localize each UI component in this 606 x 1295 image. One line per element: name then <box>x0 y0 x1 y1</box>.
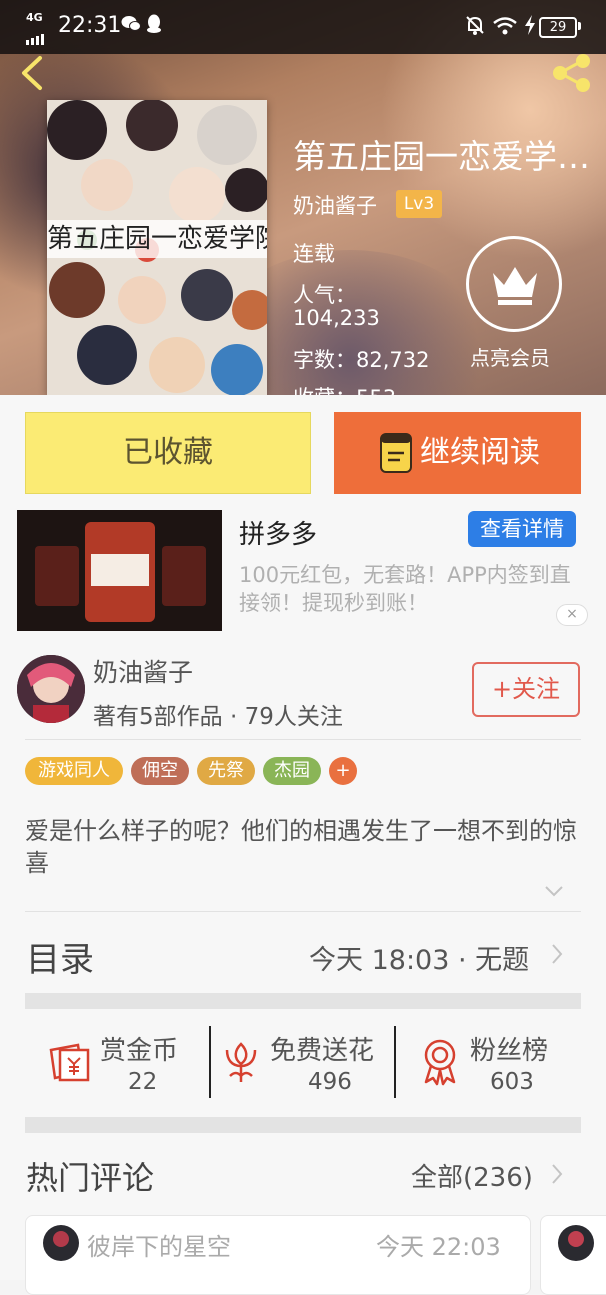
ad-card-graphic <box>162 546 206 606</box>
ad-close-icon[interactable]: × <box>556 604 588 626</box>
charging-icon <box>525 15 535 35</box>
wechat-icon <box>121 16 141 31</box>
continue-reading-button[interactable]: 继续阅读 <box>334 412 581 494</box>
reward-coins-button[interactable]: 赏金币 22 <box>48 1022 198 1102</box>
commenter-name[interactable]: 彼岸下的星空 <box>87 1227 231 1262</box>
favorite-count: 收藏：553 <box>293 382 396 395</box>
tag-chip[interactable]: 先祭 <box>197 757 255 785</box>
comment-card[interactable]: 彼岸下的星空 今天 22:03 <box>25 1215 531 1295</box>
vip-badge-button[interactable] <box>466 236 562 332</box>
network-type: 4G <box>26 11 43 24</box>
toc-latest-chapter[interactable]: 今天 18:03 · 无题 <box>309 938 529 977</box>
all-comments-link[interactable]: 全部(236) <box>411 1157 533 1194</box>
collected-button[interactable]: 已收藏 <box>25 412 311 494</box>
crown-icon <box>493 267 537 305</box>
divider <box>209 1026 211 1098</box>
word-count: 字数：82,732 <box>293 348 430 372</box>
continue-reading-label: 继续阅读 <box>420 435 540 470</box>
tag-chip[interactable]: 杰园 <box>263 757 321 785</box>
comment-time: 今天 22:03 <box>376 1233 501 1261</box>
book-title: 第五庄园一恋爱学… <box>293 137 590 176</box>
stat-label: 赏金币 <box>100 1036 179 1066</box>
qq-icon <box>147 14 161 33</box>
commenter-avatar <box>43 1225 79 1261</box>
ad-card-graphic <box>91 554 149 586</box>
book-icon <box>380 433 412 473</box>
stat-value: 22 <box>128 1069 158 1095</box>
add-tag-button[interactable]: + <box>329 757 357 785</box>
stat-label: 免费送花 <box>270 1036 375 1066</box>
chevron-down-icon[interactable] <box>544 884 564 898</box>
section-band <box>25 1117 581 1133</box>
medal-icon <box>424 1039 456 1086</box>
chevron-right-icon[interactable] <box>551 943 563 965</box>
toc-title[interactable]: 目录 <box>26 932 94 981</box>
ad-image[interactable] <box>17 510 222 631</box>
author-card-name[interactable]: 奶油酱子 <box>93 653 193 689</box>
share-icon[interactable] <box>548 52 596 94</box>
stat-value: 496 <box>308 1069 352 1095</box>
battery-tip <box>578 22 581 30</box>
back-arrow-icon[interactable] <box>14 54 50 92</box>
comment-card[interactable] <box>540 1215 606 1295</box>
clock: 22:31 <box>58 13 122 38</box>
author-name[interactable]: 奶油酱子 <box>293 190 377 220</box>
cover-title-text: 第五庄园一恋爱学院 <box>47 220 267 258</box>
follow-button[interactable]: +关注 <box>472 662 580 717</box>
popularity-label: 人气： <box>293 283 356 307</box>
signal-icon <box>26 26 46 45</box>
divider <box>25 911 581 912</box>
avatar-image <box>17 655 85 723</box>
hot-comments-title: 热门评论 <box>26 1159 155 1197</box>
serial-status: 连载 <box>293 242 335 266</box>
section-band <box>25 993 581 1009</box>
stat-label: 粉丝榜 <box>470 1036 549 1066</box>
fan-ranking-button[interactable]: 粉丝榜 603 <box>420 1022 570 1102</box>
divider <box>25 739 581 740</box>
book-cover[interactable]: 第五庄园一恋爱学院 <box>47 100 267 395</box>
author-card-stats: 著有5部作品 · 79人关注 <box>93 704 343 730</box>
ad-view-details-button[interactable]: 查看详情 <box>468 511 576 547</box>
mute-icon <box>466 16 484 35</box>
book-header: 第五庄园一恋爱学院 第五庄园一恋爱学… 奶油酱子 Lv3 连载 人气： 104,… <box>0 0 606 395</box>
tag-chip[interactable]: 佣空 <box>131 757 189 785</box>
author-level-badge: Lv3 <box>396 190 442 218</box>
book-description: 爱是什么样子的呢？他们的相遇发生了一想不到的惊喜 <box>25 817 577 877</box>
ad-card-graphic <box>35 546 79 606</box>
popularity-value: 104,233 <box>293 306 380 330</box>
vip-label[interactable]: 点亮会员 <box>470 342 550 371</box>
battery-icon: 29 <box>539 17 577 38</box>
tag-chip[interactable]: 游戏同人 <box>25 757 123 785</box>
gold-envelope-icon <box>49 1043 90 1082</box>
status-bar: 4G 22:31 29 <box>0 0 606 54</box>
free-flowers-button[interactable]: 免费送花 496 <box>222 1022 392 1102</box>
ad-title[interactable]: 拼多多 <box>239 514 317 551</box>
chevron-right-icon[interactable] <box>551 1163 563 1185</box>
wifi-icon <box>493 17 517 35</box>
ad-description[interactable]: 100元红包，无套路！APP内签到直接领！提现秒到账！ <box>239 561 589 617</box>
author-avatar[interactable] <box>17 655 85 723</box>
commenter-avatar <box>558 1225 594 1261</box>
divider <box>394 1026 396 1098</box>
stat-value: 603 <box>490 1069 534 1095</box>
flower-icon <box>225 1042 257 1082</box>
